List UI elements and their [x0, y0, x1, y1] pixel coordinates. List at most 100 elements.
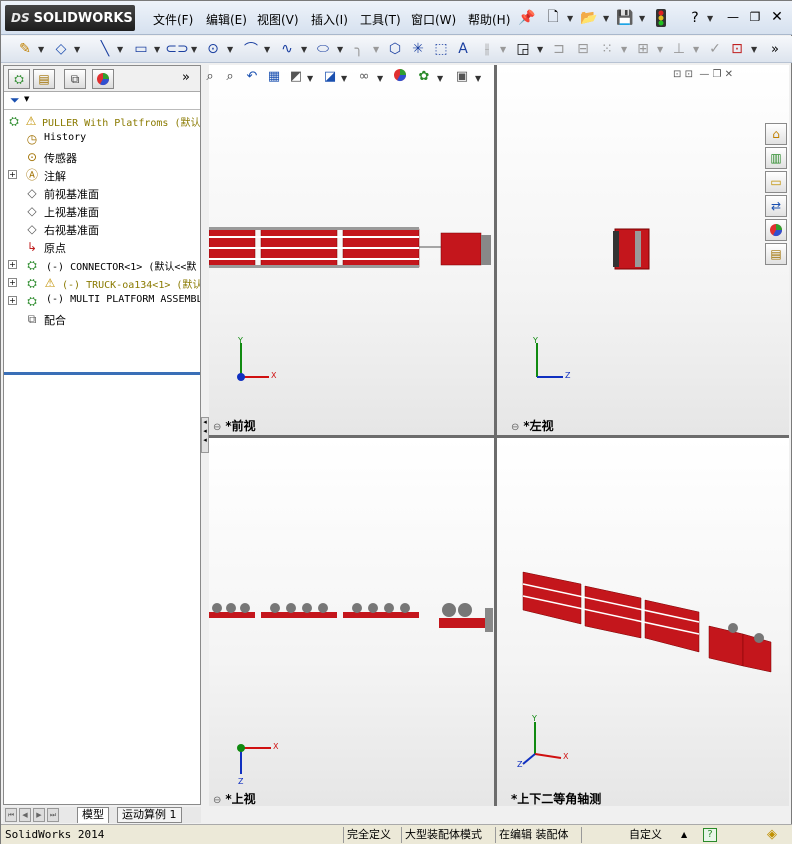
- status-unit-system[interactable]: 自定义: [629, 827, 662, 843]
- spline-icon[interactable]: ∿: [277, 39, 297, 59]
- polygon-icon[interactable]: ⬡: [385, 39, 405, 59]
- help-status-icon[interactable]: ?: [703, 828, 717, 842]
- menu-view[interactable]: 视图(V): [257, 11, 299, 28]
- section-view-icon[interactable]: ▦: [265, 68, 283, 86]
- trim-icon[interactable]: ⊟: [573, 39, 593, 59]
- orientation-dropdown-icon[interactable]: ▼: [307, 74, 313, 83]
- menu-help[interactable]: 帮助(H): [468, 11, 510, 28]
- menu-insert[interactable]: 插入(I): [311, 11, 348, 28]
- previous-view-icon[interactable]: ↶: [243, 68, 261, 86]
- link-views-icon[interactable]: ⊖: [213, 422, 221, 433]
- convert-dropdown-icon[interactable]: ▼: [537, 45, 543, 54]
- solidworks-logo[interactable]: DS SOLIDWORKS: [5, 5, 135, 31]
- fillet-icon[interactable]: ╮: [349, 39, 369, 59]
- close-icon[interactable]: ✕: [767, 7, 787, 27]
- viewport-close-icon[interactable]: ✕: [725, 69, 733, 80]
- expand-toggle-icon[interactable]: +: [8, 260, 17, 269]
- viewport-minimize-icon[interactable]: —: [699, 69, 709, 80]
- plane-icon[interactable]: ⬚: [431, 39, 451, 59]
- file-explorer-icon[interactable]: ▭: [765, 171, 787, 193]
- apply-scene-icon[interactable]: ✿: [415, 68, 433, 86]
- display-manager-tab-icon[interactable]: [92, 69, 114, 89]
- custom-properties-icon[interactable]: ▤: [765, 243, 787, 265]
- snaps-dropdown-icon[interactable]: ▼: [751, 45, 757, 54]
- link-views-icon[interactable]: ⊖: [213, 795, 221, 806]
- move-dropdown-icon[interactable]: ▼: [657, 45, 663, 54]
- tree-item-multi-platform[interactable]: + ⛭ (-) MULTI PLATFORM ASSEMBL: [4, 292, 200, 310]
- dimension-dropdown-icon[interactable]: ▼: [74, 45, 80, 54]
- tree-item-origin[interactable]: ↳ 原点: [4, 238, 200, 256]
- display-style-dropdown-icon[interactable]: ▼: [341, 74, 347, 83]
- ellipse-dropdown-icon[interactable]: ▼: [337, 45, 343, 54]
- mirror-dropdown-icon[interactable]: ▼: [500, 45, 506, 54]
- tree-item-top-plane[interactable]: ◇ 上视基准面: [4, 202, 200, 220]
- property-manager-tab-icon[interactable]: ▤: [33, 69, 55, 89]
- viewport-front[interactable]: Y X ⊖ *前视: [209, 65, 494, 435]
- tree-item-annotations[interactable]: + Ⓐ 注解: [4, 166, 200, 184]
- minimize-icon[interactable]: —: [723, 7, 743, 27]
- rectangle-dropdown-icon[interactable]: ▼: [154, 45, 160, 54]
- tree-item-sensors[interactable]: ⊙ 传感器: [4, 148, 200, 166]
- save-dropdown-icon[interactable]: ▼: [639, 14, 645, 23]
- menu-window[interactable]: 窗口(W): [411, 11, 456, 28]
- menu-file[interactable]: 文件(F): [153, 11, 193, 28]
- tree-item-truck[interactable]: + ⛭ ⚠ (-) TRUCK-oa134<1> (默认: [4, 274, 200, 292]
- text-icon[interactable]: A: [453, 39, 473, 59]
- arc-dropdown-icon[interactable]: ▼: [264, 45, 270, 54]
- tab-prev-icon[interactable]: ◀: [19, 808, 31, 822]
- tab-model[interactable]: 模型: [77, 807, 109, 823]
- new-document-icon[interactable]: 🗋: [543, 8, 563, 28]
- line-dropdown-icon[interactable]: ▼: [117, 45, 123, 54]
- link-views-icon[interactable]: ⊖: [511, 422, 519, 433]
- slot-icon[interactable]: ⊂⊃: [165, 39, 188, 59]
- tab-first-icon[interactable]: ⏮: [5, 808, 17, 822]
- tree-item-connector[interactable]: + ⛭ (-) CONNECTOR<1> (默认<<默: [4, 256, 200, 274]
- rebuild-tag-icon[interactable]: ◈: [767, 827, 777, 843]
- solidworks-resources-icon[interactable]: ⌂: [765, 123, 787, 145]
- expand-toggle-icon[interactable]: +: [8, 170, 17, 179]
- pin-icon[interactable]: 📌: [517, 8, 537, 28]
- viewport-prev-icon[interactable]: ⊡: [673, 69, 681, 80]
- edit-appearance-icon[interactable]: [391, 68, 409, 86]
- sketch-dropdown-icon[interactable]: ▼: [38, 45, 44, 54]
- help-dropdown-icon[interactable]: ▼: [707, 14, 713, 23]
- scene-dropdown-icon[interactable]: ▼: [437, 74, 443, 83]
- rectangle-icon[interactable]: ▭: [131, 39, 151, 59]
- rebuild-traffic-light-icon[interactable]: [651, 8, 671, 28]
- line-icon[interactable]: ╲: [95, 39, 115, 59]
- feature-tree-tab-icon[interactable]: ⛭: [8, 69, 30, 89]
- open-folder-icon[interactable]: 📂: [579, 8, 599, 28]
- save-icon[interactable]: 💾: [615, 8, 635, 28]
- viewport-restore-icon[interactable]: ❐: [713, 69, 722, 80]
- view-settings-dropdown-icon[interactable]: ▼: [475, 74, 481, 83]
- panel-expand-icon[interactable]: »: [182, 70, 190, 85]
- pattern-dropdown-icon[interactable]: ▼: [621, 45, 627, 54]
- arc-icon[interactable]: ⌒: [241, 39, 261, 59]
- view-palette-icon[interactable]: ⇄: [765, 195, 787, 217]
- tree-item-mates[interactable]: ⧉ 配合: [4, 310, 200, 328]
- filter-icon[interactable]: ⏷: [10, 93, 20, 108]
- menu-tools[interactable]: 工具(T): [360, 11, 401, 28]
- viewport-next-icon[interactable]: ⊡: [685, 69, 693, 80]
- unit-system-dropdown-icon[interactable]: ▲: [681, 827, 687, 843]
- display-relations-icon[interactable]: ⊥: [669, 39, 689, 59]
- panel-collapse-handle[interactable]: ◂ ◂ ◂: [201, 417, 209, 453]
- relations-dropdown-icon[interactable]: ▼: [693, 45, 699, 54]
- design-library-icon[interactable]: ▥: [765, 147, 787, 169]
- ellipse-icon[interactable]: ⬭: [313, 39, 333, 59]
- viewport-left[interactable]: Y Z ⊡ ⊡ — ❐ ✕ ⊖ *左视: [497, 65, 789, 435]
- view-orientation-icon[interactable]: ◩: [287, 68, 305, 86]
- point-icon[interactable]: ✳: [408, 39, 428, 59]
- open-dropdown-icon[interactable]: ▼: [603, 14, 609, 23]
- menu-edit[interactable]: 编辑(E): [206, 11, 247, 28]
- tab-last-icon[interactable]: ⏭: [47, 808, 59, 822]
- circle-dropdown-icon[interactable]: ▼: [227, 45, 233, 54]
- tree-item-history[interactable]: ◷ History: [4, 130, 200, 148]
- offset-icon[interactable]: ⊐: [549, 39, 569, 59]
- tab-next-icon[interactable]: ▶: [33, 808, 45, 822]
- convert-entities-icon[interactable]: ◲: [513, 39, 533, 59]
- toolbar-more-icon[interactable]: »: [765, 39, 785, 59]
- zoom-to-area-icon[interactable]: ⌕: [221, 68, 239, 86]
- sketch-icon[interactable]: ✎: [15, 39, 35, 59]
- hide-show-items-icon[interactable]: ∞: [355, 68, 373, 86]
